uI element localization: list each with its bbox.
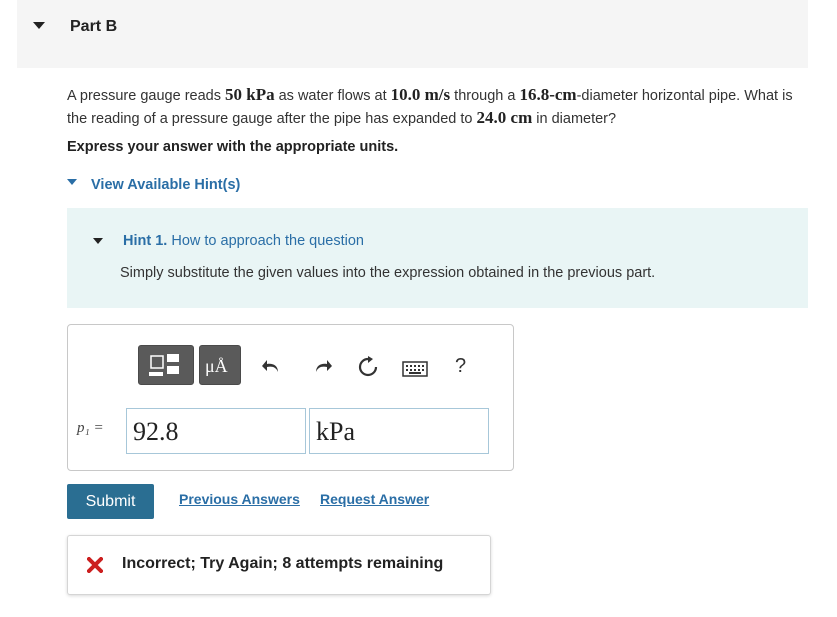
question-segment: as water flows at <box>274 88 391 104</box>
x-icon <box>87 557 103 573</box>
undo-icon[interactable] <box>262 358 282 376</box>
question-math: 50 kPa <box>225 85 275 104</box>
submit-button[interactable]: Submit <box>67 484 154 519</box>
hint-text: Simply substitute the given values into … <box>120 265 656 281</box>
help-icon[interactable]: ? <box>455 355 466 378</box>
hint-number: Hint 1. <box>123 233 168 249</box>
hints-arrow-icon[interactable] <box>67 179 77 185</box>
units-button[interactable]: μÅ <box>199 345 241 385</box>
feedback-text: Incorrect; Try Again; 8 attempts remaini… <box>122 555 444 572</box>
view-hints-link[interactable]: View Available Hint(s) <box>91 177 240 193</box>
hint-panel <box>67 208 808 308</box>
question-math: 24.0 cm <box>476 108 533 127</box>
redo-icon[interactable] <box>312 358 332 376</box>
part-header[interactable] <box>17 0 808 68</box>
units-label: μÅ <box>205 356 228 376</box>
hint-title[interactable]: Hint 1. How to approach the question <box>123 233 364 249</box>
part-title: Part B <box>70 18 118 35</box>
request-answer-link[interactable]: Request Answer <box>320 491 429 507</box>
question-segment: A pressure gauge reads <box>67 88 225 104</box>
question-text: A pressure gauge reads 50 kPa as water f… <box>67 84 797 130</box>
hint-arrow-icon[interactable] <box>93 238 103 244</box>
answer-value-field[interactable]: 92.8 <box>126 408 306 454</box>
hint-heading: How to approach the question <box>171 233 364 249</box>
question-math: 16.8-cm <box>519 85 577 104</box>
collapse-arrow-icon[interactable] <box>33 22 45 29</box>
templates-icon <box>149 354 179 376</box>
reset-icon[interactable] <box>357 356 379 378</box>
keyboard-icon[interactable] <box>402 361 428 377</box>
question-segment: through a <box>450 88 520 104</box>
variable-label: p₁ = <box>77 420 104 436</box>
instructions: Express your answer with the appropriate… <box>67 139 399 155</box>
question-segment: in diameter? <box>532 111 617 127</box>
question-math: 10.0 m/s <box>390 85 451 104</box>
previous-answers-link[interactable]: Previous Answers <box>179 491 300 507</box>
templates-button[interactable] <box>138 345 194 385</box>
answer-unit-field[interactable]: kPa <box>309 408 489 454</box>
